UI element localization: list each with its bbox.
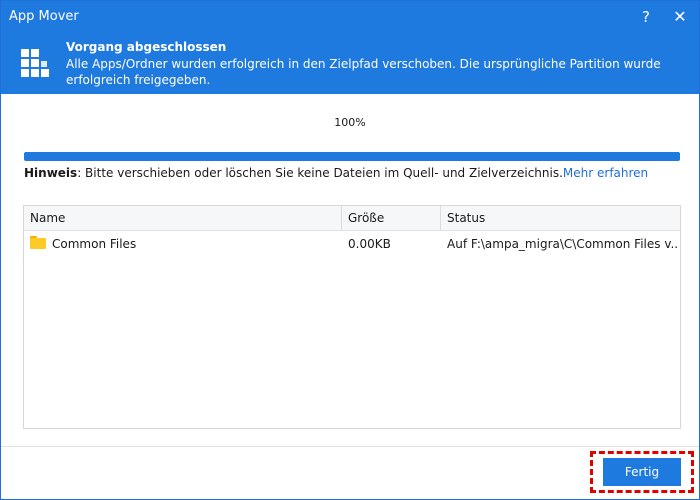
header-banner: App Mover ? ✕ Vorgang abgeschlossen Alle…	[1, 1, 699, 94]
hint-text: : Bitte verschieben oder löschen Sie kei…	[77, 166, 563, 180]
status-message: Alle Apps/Ordner wurden erfolgreich in d…	[66, 57, 661, 87]
app-mover-logo-icon	[21, 49, 57, 85]
table-header: Name Größe Status	[24, 206, 680, 231]
done-button[interactable]: Fertig	[603, 458, 681, 486]
folder-icon	[30, 236, 46, 249]
row-name: Common Files	[52, 237, 137, 251]
learn-more-link[interactable]: Mehr erfahren	[563, 166, 648, 180]
row-status: Auf F:\ampa_migra\C\Common Files v...	[447, 237, 679, 251]
row-size: 0.00KB	[348, 237, 391, 251]
help-button[interactable]: ?	[633, 5, 659, 29]
close-button[interactable]: ✕	[667, 5, 693, 29]
table-row[interactable]: Common Files 0.00KB Auf F:\ampa_migra\C\…	[24, 231, 680, 256]
progress-bar	[24, 152, 680, 161]
progress-fill	[24, 152, 680, 161]
column-header-name[interactable]: Name	[24, 206, 342, 231]
status-title: Vorgang abgeschlossen	[66, 40, 227, 54]
hint-label: Hinweis	[24, 166, 78, 180]
column-header-size[interactable]: Größe	[342, 206, 441, 231]
window-title: App Mover	[9, 9, 79, 24]
app-mover-window: App Mover ? ✕ Vorgang abgeschlossen Alle…	[0, 0, 700, 500]
file-table: Name Größe Status Common Files 0.00KB Au…	[23, 205, 681, 429]
row-name-cell: Common Files	[24, 234, 342, 254]
hint-line: Hinweis: Bitte verschieben oder löschen …	[24, 166, 648, 180]
footer-divider	[1, 446, 699, 447]
progress-percent: 100%	[334, 116, 366, 129]
column-header-status[interactable]: Status	[441, 206, 680, 231]
